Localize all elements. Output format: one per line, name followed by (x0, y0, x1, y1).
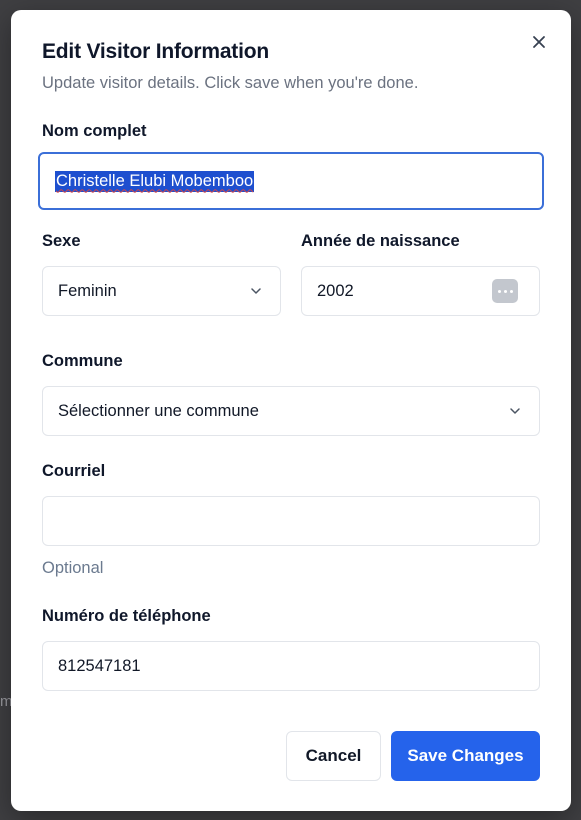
cancel-button[interactable]: Cancel (286, 731, 381, 781)
birth-year-label: Année de naissance (301, 232, 460, 250)
full-name-label: Nom complet (42, 122, 147, 140)
dialog-title: Edit Visitor Information (42, 40, 269, 63)
phone-value: 812547181 (58, 656, 141, 675)
birth-year-value: 2002 (317, 281, 354, 300)
email-helper-text: Optional (42, 559, 104, 577)
edit-visitor-dialog: Edit Visitor Information Update visitor … (11, 10, 571, 811)
close-button[interactable] (528, 31, 550, 53)
commune-select-placeholder: Sélectionner une commune (58, 401, 259, 420)
more-horizontal-icon[interactable] (492, 279, 518, 303)
close-icon (533, 36, 545, 48)
full-name-input[interactable]: Christelle Elubi Mobemboo (38, 152, 544, 210)
birth-year-input[interactable]: 2002 (301, 266, 540, 316)
chevron-down-icon (510, 408, 520, 414)
chevron-down-icon (251, 288, 261, 294)
dialog-description: Update visitor details. Click save when … (42, 74, 419, 92)
commune-select[interactable]: Sélectionner une commune (42, 386, 540, 436)
email-input[interactable] (42, 496, 540, 546)
sex-select-value: Feminin (58, 281, 117, 300)
sex-label: Sexe (42, 232, 81, 250)
commune-label: Commune (42, 352, 123, 370)
phone-label: Numéro de téléphone (42, 607, 211, 625)
full-name-value: Christelle Elubi Mobemboo (55, 170, 255, 192)
sex-select[interactable]: Feminin (42, 266, 281, 316)
email-label: Courriel (42, 462, 106, 480)
save-changes-button[interactable]: Save Changes (391, 731, 540, 781)
phone-input[interactable]: 812547181 (42, 641, 540, 691)
